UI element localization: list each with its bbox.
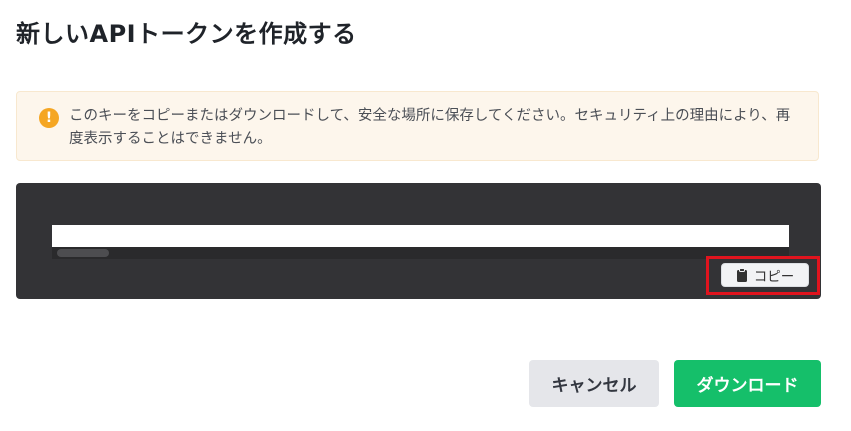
copy-button-label: コピー [753, 269, 795, 285]
warning-message: このキーをコピーまたはダウンロードして、安全な場所に保存してください。セキュリテ… [69, 108, 791, 147]
warning-alert: ! このキーをコピーまたはダウンロードして、安全な場所に保存してください。セキュ… [16, 91, 819, 161]
download-button[interactable]: ダウンロード [674, 360, 821, 407]
copy-button[interactable]: コピー [721, 263, 809, 287]
horizontal-scrollbar[interactable] [52, 247, 789, 259]
clipboard-icon [736, 268, 747, 282]
exclamation-circle-icon: ! [39, 108, 59, 128]
cancel-button[interactable]: キャンセル [529, 360, 659, 407]
token-display-box: コピー [16, 183, 821, 299]
scrollbar-thumb[interactable] [57, 249, 109, 257]
create-api-token-dialog: 新しいAPIトークンを作成する ! このキーをコピーまたはダウンロードして、安全… [0, 0, 851, 431]
dialog-title: 新しいAPIトークンを作成する [16, 20, 357, 48]
token-value-field[interactable] [52, 225, 789, 247]
